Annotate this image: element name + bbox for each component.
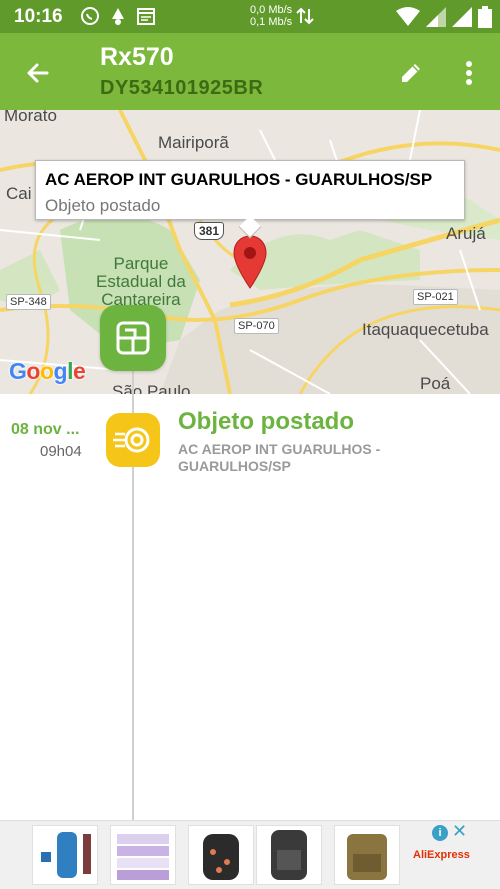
calendar-icon (137, 8, 155, 25)
net-down-speed: 0,1 Mb/s (250, 16, 293, 28)
event-status-badge (106, 413, 160, 467)
notification-icons (80, 5, 156, 27)
back-button[interactable] (20, 55, 56, 91)
road-label-sp021: SP-021 (413, 289, 458, 305)
map-place-mairipora: Mairiporã (158, 133, 229, 152)
app-bar: Rx570 DY534101925BR (0, 33, 500, 110)
event-date: 08 nov ... (11, 421, 80, 438)
ad-brand[interactable]: AliExpress (413, 849, 470, 861)
timeline-line (132, 330, 134, 820)
park-label-line-1: Parque (113, 254, 169, 273)
back-arrow-icon (27, 63, 49, 83)
backpack-image (41, 832, 91, 878)
map-pin-icon[interactable] (232, 234, 268, 290)
map-place-poa: Poá (420, 374, 451, 393)
adchoices-icon[interactable]: i (432, 825, 448, 841)
net-up-speed: 0,0 Mb/s (250, 4, 293, 16)
map-view[interactable]: Morato Mairiporã Cai Arujá Itaquaquecetu… (0, 110, 500, 394)
posted-signal-icon (113, 427, 150, 453)
backpack-image (203, 834, 239, 880)
ad-product-1[interactable] (32, 825, 98, 885)
edit-pencil-icon (402, 64, 420, 82)
tracking-code: DY534101925BR (100, 77, 264, 99)
map-park-label: Parque Estadual da Cantareira (96, 255, 186, 309)
event-status: Objeto postado (178, 408, 354, 435)
more-vert-icon (466, 61, 472, 85)
signal-2-icon (452, 7, 472, 27)
road-label-sp070: SP-070 (234, 318, 279, 334)
map-place-morato: Morato (4, 110, 57, 125)
ad-product-4[interactable] (256, 825, 322, 885)
info-window-title: AC AEROP INT GUARULHOS - GUARULHOS/SP (45, 170, 433, 189)
package-box-icon (116, 321, 150, 355)
recycle-icon (112, 8, 124, 25)
shirts-image (117, 834, 169, 880)
wifi-icon (396, 7, 420, 26)
ad-product-3[interactable] (188, 825, 254, 885)
event-time: 09h04 (40, 443, 82, 460)
system-icons (396, 6, 492, 28)
park-label-line-2: Estadual da (96, 272, 186, 291)
ad-product-5[interactable] (334, 825, 400, 885)
map-place-aruja: Arujá (446, 224, 486, 243)
status-bar: 10:16 0,0 Mb/s 0,1 Mb/s (0, 0, 500, 33)
ad-close-icon[interactable]: ✕ (452, 821, 467, 842)
edit-button[interactable] (393, 55, 429, 91)
ad-banner[interactable]: i ✕ AliExpress (0, 820, 500, 889)
more-options-button[interactable] (455, 55, 483, 91)
whatsapp-icon (81, 7, 99, 25)
backpack-image (347, 834, 387, 880)
map-place-sao-paulo: São Paulo (112, 382, 191, 394)
battery-icon (478, 6, 492, 28)
event-item[interactable]: 08 nov ... 09h04 Objeto postado AC AEROP… (0, 408, 500, 488)
network-speed: 0,0 Mb/s 0,1 Mb/s (250, 4, 292, 28)
data-transfer-icon (296, 7, 314, 25)
origin-badge (100, 305, 166, 371)
info-window-subtitle: Objeto postado (45, 196, 161, 215)
map-place-cai: Cai (6, 184, 32, 203)
google-logo: Google (9, 358, 86, 384)
backpack-image (271, 830, 307, 880)
clock: 10:16 (14, 6, 63, 27)
signal-icon (426, 7, 446, 27)
route-shield: 381 (194, 222, 225, 240)
map-place-itaquaquecetuba: Itaquaquecetuba (362, 320, 489, 339)
page-title: Rx570 (100, 43, 174, 71)
ad-product-2[interactable] (110, 825, 176, 885)
event-location: AC AEROP INT GUARULHOS - GUARULHOS/SP (178, 441, 381, 474)
map-info-window[interactable]: AC AEROP INT GUARULHOS - GUARULHOS/SP Ob… (35, 160, 465, 239)
road-label-sp348: SP-348 (6, 294, 51, 310)
